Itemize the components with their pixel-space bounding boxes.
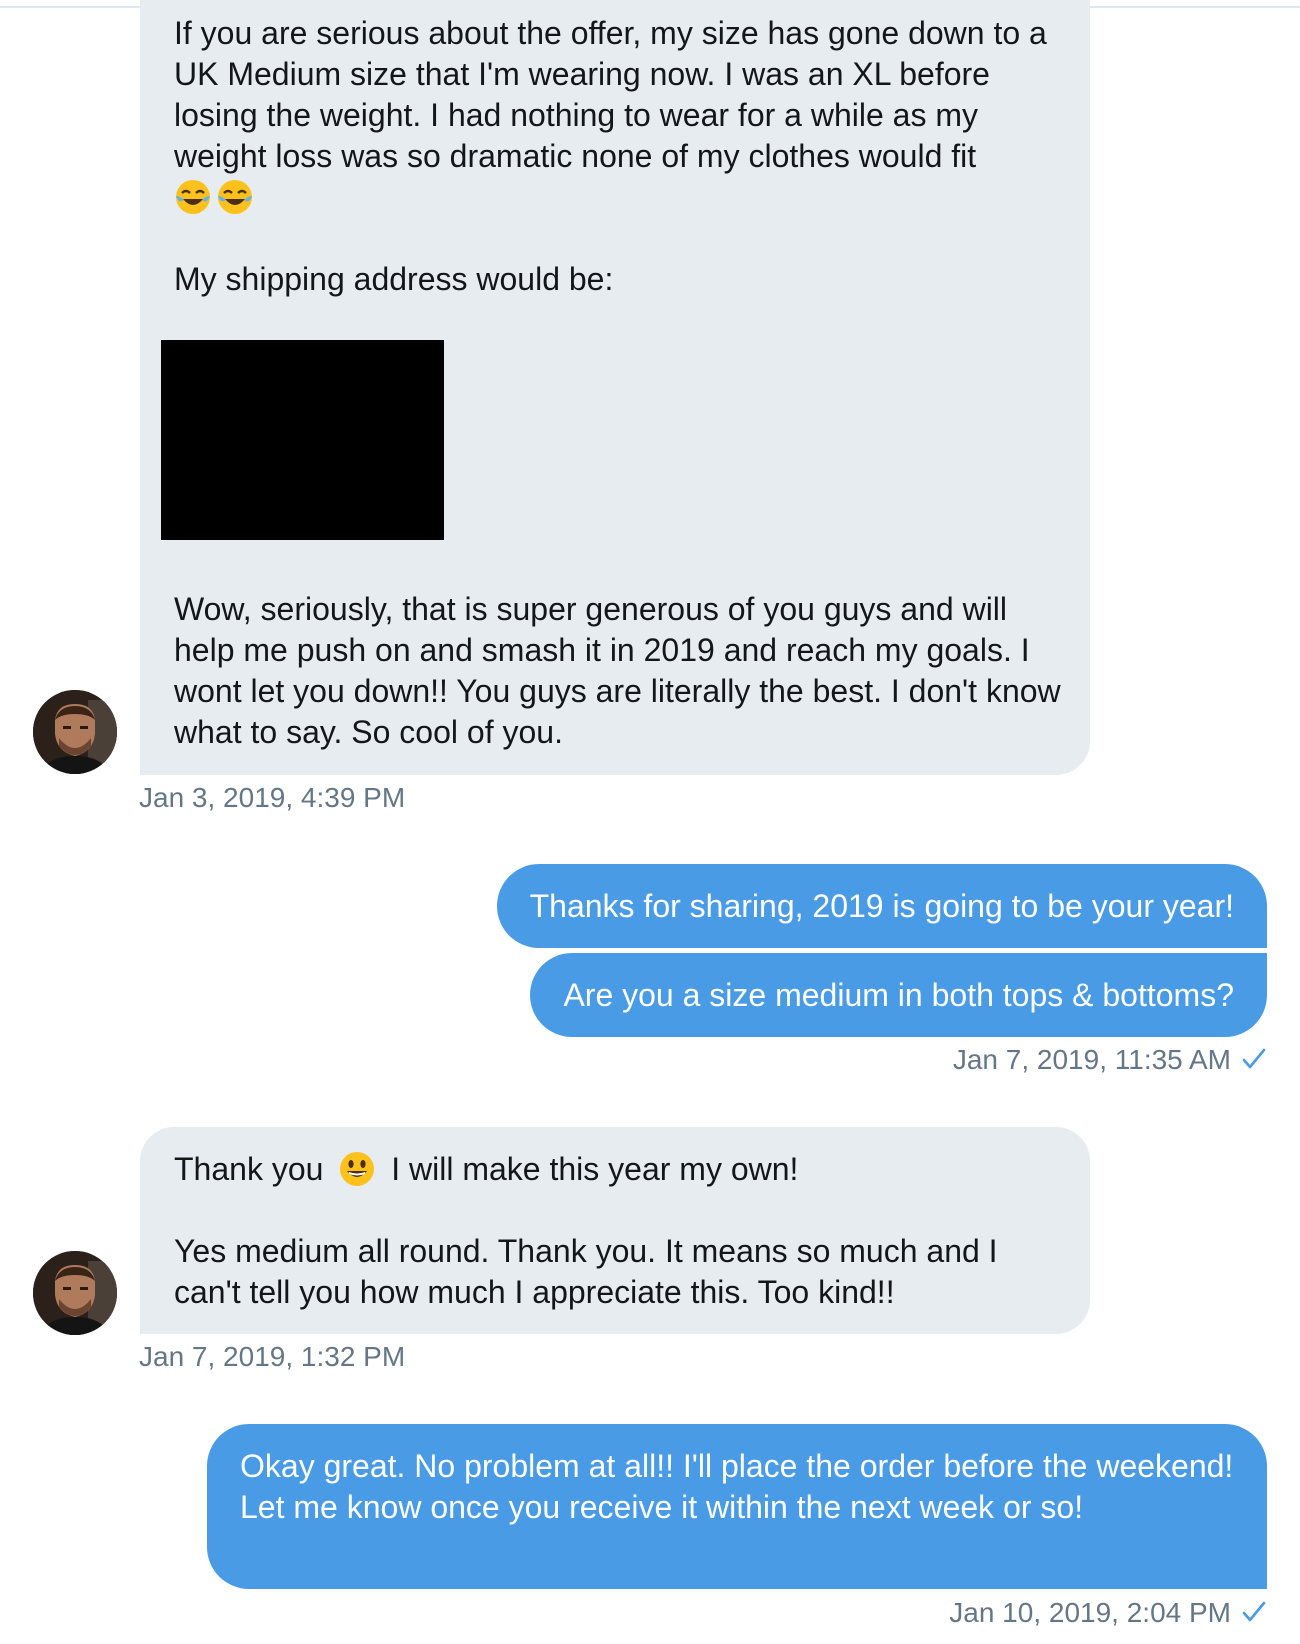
contact-avatar[interactable] bbox=[33, 1251, 117, 1335]
timestamp-text: Jan 7, 2019, 11:35 AM bbox=[952, 1044, 1231, 1075]
message-paragraph: Okay great. No problem at all!! I'll pla… bbox=[240, 1448, 1243, 1525]
conversation-thread: If you are serious about the offer, my s… bbox=[0, 0, 1300, 1644]
message-timestamp: Jan 3, 2019, 4:39 PM bbox=[139, 782, 406, 813]
profile-photo-icon bbox=[33, 1251, 117, 1335]
timestamp-text: Jan 10, 2019, 2:04 PM bbox=[949, 1597, 1231, 1628]
redacted-shipping-address bbox=[161, 340, 444, 540]
received-message-bubble[interactable]: Thank you I will make this year my own! … bbox=[140, 1127, 1090, 1334]
message-paragraph: My shipping address would be: bbox=[174, 261, 614, 297]
tears-of-joy-emoji-icon bbox=[216, 178, 254, 216]
message-timestamp: Jan 7, 2019, 1:32 PM bbox=[139, 1341, 406, 1372]
sent-message-bubble[interactable]: Are you a size medium in both tops & bot… bbox=[530, 953, 1267, 1037]
read-checkmark-icon bbox=[1241, 1046, 1267, 1072]
tears-of-joy-emoji-icon bbox=[174, 178, 212, 216]
message-paragraph: Wow, seriously, that is super generous o… bbox=[174, 591, 1070, 750]
message-paragraph: If you are serious about the offer, my s… bbox=[174, 15, 1056, 174]
message-paragraph: Yes medium all round. Thank you. It mean… bbox=[174, 1233, 1007, 1310]
message-timestamp: Jan 10, 2019, 2:04 PM bbox=[949, 1596, 1267, 1630]
message-text: I will make this year my own! bbox=[391, 1151, 799, 1187]
sent-message-bubble[interactable]: Thanks for sharing, 2019 is going to be … bbox=[496, 864, 1267, 948]
read-checkmark-icon bbox=[1241, 1599, 1267, 1625]
smiling-face-emoji-icon bbox=[338, 1150, 376, 1188]
contact-avatar[interactable] bbox=[33, 690, 117, 774]
message-timestamp: Jan 7, 2019, 11:35 AM bbox=[953, 1043, 1267, 1077]
profile-photo-icon bbox=[33, 690, 117, 774]
emoji-row bbox=[174, 177, 254, 218]
message-line: Thank you I will make this year my own! bbox=[174, 1149, 798, 1190]
sent-message-bubble[interactable]: Okay great. No problem at all!! I'll pla… bbox=[207, 1424, 1267, 1589]
message-text: Thank you bbox=[174, 1151, 324, 1187]
